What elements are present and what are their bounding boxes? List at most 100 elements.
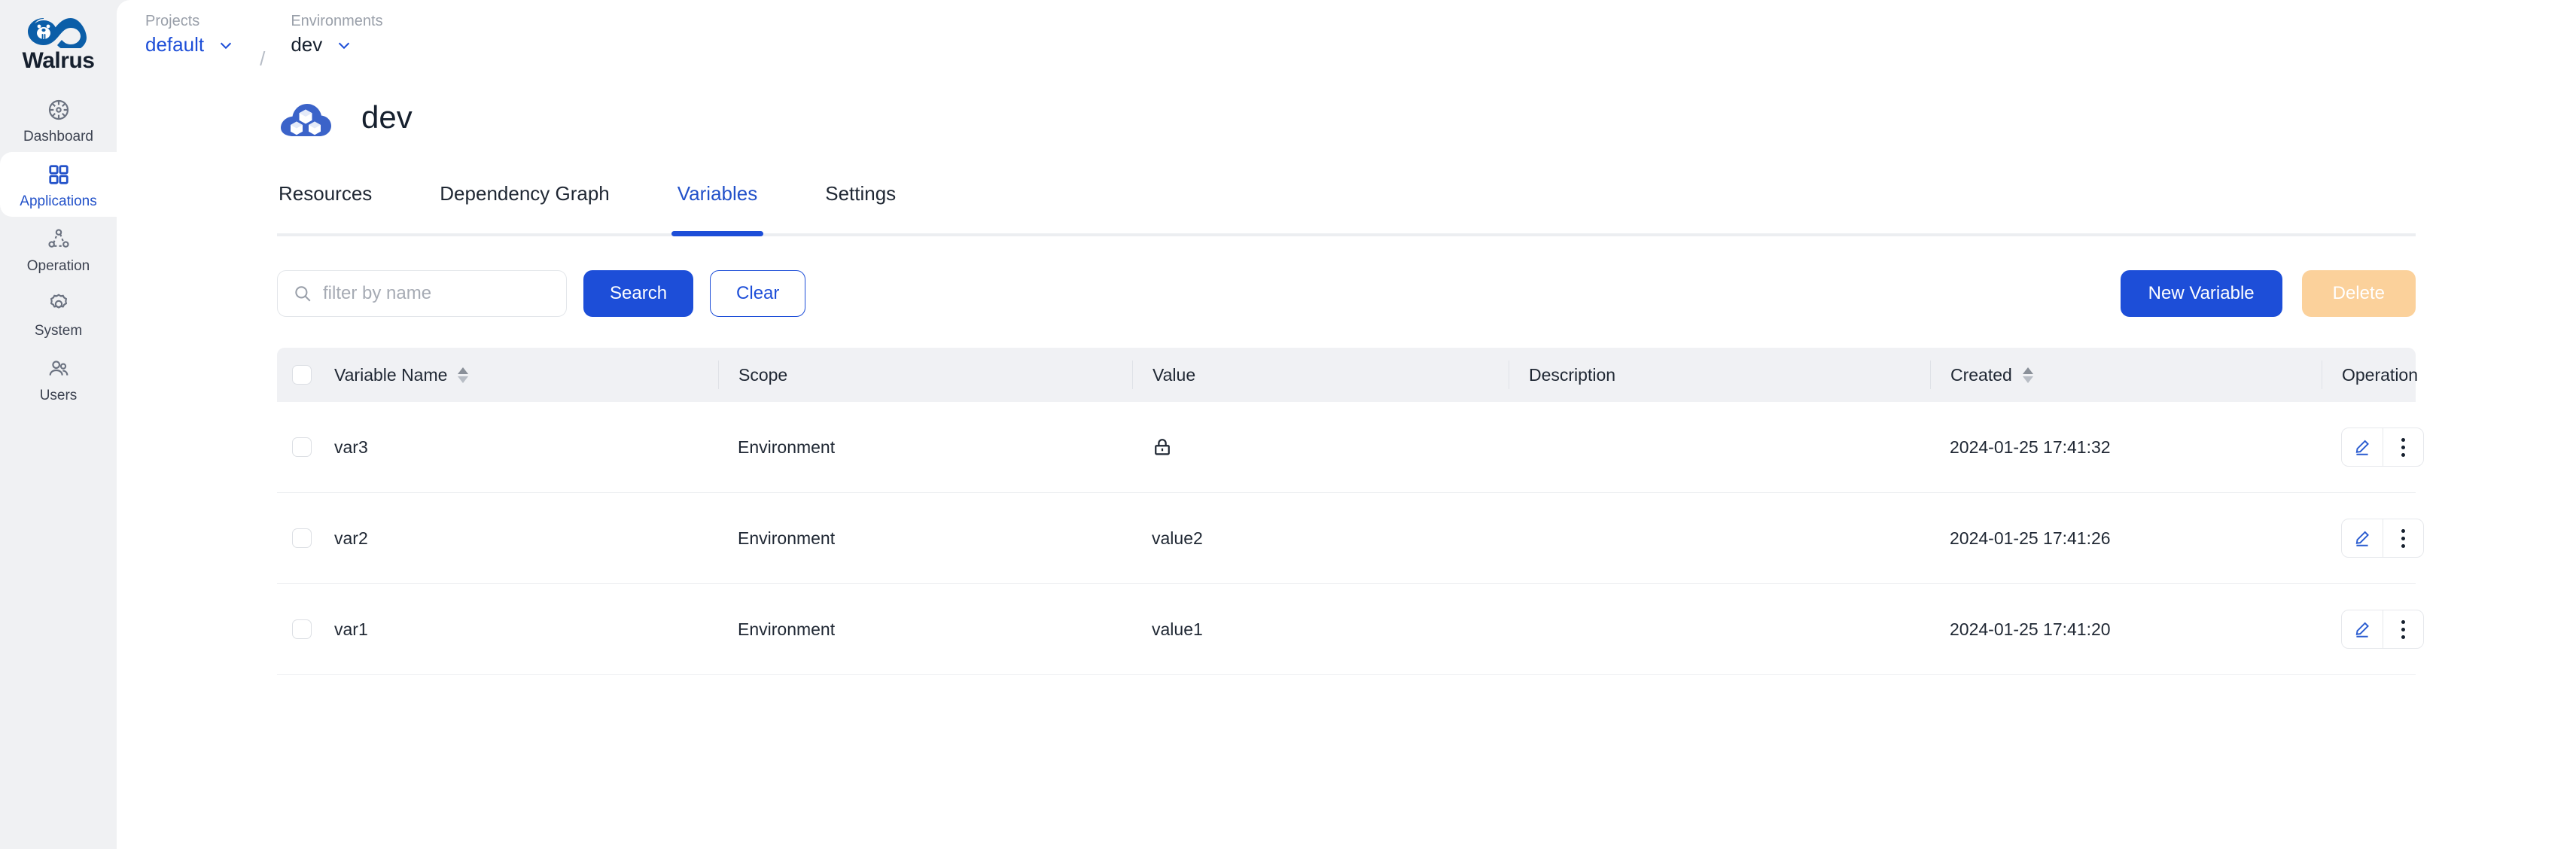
walrus-infinity-logo-icon	[27, 18, 87, 48]
sort-toggle-name-icon[interactable]	[458, 367, 469, 383]
cell-value	[1132, 437, 1509, 458]
select-all-checkbox[interactable]	[292, 365, 312, 385]
row-select-cell	[277, 619, 327, 639]
grid-squares-icon	[44, 160, 73, 189]
row-action-group	[2341, 610, 2424, 649]
column-header-label: Created	[1950, 364, 2012, 385]
more-actions-button[interactable]	[2383, 428, 2423, 466]
nodes-network-icon	[44, 225, 73, 254]
cloud-cubes-icon	[281, 104, 331, 136]
tab-baseline	[277, 233, 2416, 236]
cell-variable-name: var2	[334, 528, 368, 548]
pencil-edit-icon	[2355, 622, 2369, 638]
sidebar-item-applications[interactable]: Applications	[0, 152, 117, 217]
more-actions-button[interactable]	[2383, 519, 2423, 557]
breadcrumb-separator: /	[260, 47, 266, 70]
dashboard-gauge-icon	[44, 96, 73, 124]
tab-variables[interactable]: Variables	[676, 184, 759, 203]
tab-resources[interactable]: Resources	[277, 184, 373, 203]
app-root: Walrus Dashboard Applications Operation …	[0, 0, 2576, 849]
sidebar-nav: Dashboard Applications Operation System …	[0, 87, 117, 411]
breadcrumb-project-caption: Projects	[145, 13, 200, 29]
lock-icon	[1155, 439, 1170, 455]
column-header-operation: Operation	[2322, 361, 2418, 389]
clear-button[interactable]: Clear	[710, 270, 806, 317]
column-header-label: Description	[1529, 364, 1616, 385]
row-checkbox[interactable]	[292, 528, 312, 548]
brand-name: Walrus	[22, 48, 95, 73]
column-header-label: Scope	[738, 364, 788, 385]
column-header-description: Description	[1509, 361, 1930, 389]
breadcrumb-project: Projects default	[145, 12, 234, 56]
environment-selector[interactable]: dev	[291, 33, 382, 56]
cell-operation	[2322, 610, 2424, 649]
page-header: dev	[117, 72, 2576, 155]
sidebar-item-label: System	[34, 323, 83, 339]
search-field[interactable]	[277, 270, 567, 317]
table-toolbar: Search Clear New Variable Delete	[277, 269, 2576, 318]
row-action-group	[2341, 428, 2424, 467]
delete-button[interactable]: Delete	[2301, 270, 2416, 317]
column-header-value: Value	[1132, 361, 1509, 389]
table-header-row: Variable Name Scope Value Description Cr…	[277, 348, 2418, 402]
column-header-label: Variable Name	[334, 364, 448, 385]
column-header-label: Operation	[2342, 364, 2419, 385]
cell-value: value1	[1152, 619, 1203, 639]
chevron-down-icon	[339, 42, 350, 49]
sidebar-item-dashboard[interactable]: Dashboard	[0, 87, 117, 152]
row-checkbox[interactable]	[292, 437, 312, 457]
cell-operation	[2322, 519, 2424, 558]
more-actions-button[interactable]	[2383, 610, 2423, 648]
new-variable-button[interactable]: New Variable	[2120, 270, 2282, 317]
sidebar-item-label: Dashboard	[23, 129, 93, 145]
tab-dependency-graph[interactable]: Dependency Graph	[438, 184, 611, 203]
sidebar: Walrus Dashboard Applications Operation …	[0, 0, 117, 849]
table-row: var1 Environment value1 2024-01-25 17:41…	[277, 584, 2424, 675]
project-selector[interactable]: default	[145, 33, 234, 56]
cell-created: 2024-01-25 17:41:26	[1950, 528, 2111, 548]
breadcrumb: Projects default / Environments dev	[117, 0, 2576, 72]
more-vertical-icon	[2401, 528, 2405, 548]
breadcrumb-environment-caption: Environments	[291, 13, 383, 29]
main-content: Projects default / Environments dev dev …	[117, 0, 2576, 849]
search-button[interactable]: Search	[583, 270, 694, 317]
cell-scope: Environment	[738, 437, 836, 457]
cell-scope: Environment	[738, 619, 836, 639]
pencil-edit-icon	[2355, 440, 2369, 455]
chevron-down-icon	[220, 42, 232, 49]
tab-bar: Resources Dependency Graph Variables Set…	[277, 184, 2576, 236]
project-value: default	[145, 33, 205, 56]
search-icon	[295, 286, 311, 302]
cell-variable-name: var1	[334, 619, 368, 639]
cell-created: 2024-01-25 17:41:20	[1950, 619, 2111, 639]
variables-table: Variable Name Scope Value Description Cr…	[277, 348, 2576, 675]
table-row: var2 Environment value2 2024-01-25 17:41…	[277, 493, 2424, 584]
column-header-name[interactable]: Variable Name	[327, 365, 718, 385]
sidebar-item-system[interactable]: System	[0, 281, 117, 346]
brand-logo[interactable]: Walrus	[0, 8, 117, 80]
edit-button[interactable]	[2342, 610, 2383, 648]
cell-scope: Environment	[738, 528, 836, 548]
gear-icon	[44, 290, 73, 318]
sidebar-item-label: Applications	[20, 193, 97, 209]
row-checkbox[interactable]	[292, 619, 312, 639]
sidebar-item-users[interactable]: Users	[0, 346, 117, 411]
row-select-cell	[277, 437, 327, 457]
sidebar-item-operation[interactable]: Operation	[0, 217, 117, 281]
tab-settings[interactable]: Settings	[824, 184, 897, 203]
sort-toggle-created-icon[interactable]	[2022, 367, 2033, 383]
select-all-cell	[277, 365, 327, 385]
sidebar-item-label: Users	[39, 388, 78, 403]
more-vertical-icon	[2401, 437, 2405, 457]
edit-button[interactable]	[2342, 428, 2383, 466]
edit-button[interactable]	[2342, 519, 2383, 557]
users-icon	[44, 355, 73, 383]
table-row: var3 Environment 2024-01-25 17:41:32	[277, 402, 2424, 493]
column-header-label: Value	[1153, 364, 1196, 385]
breadcrumb-environment: Environments dev	[291, 12, 382, 56]
cell-created: 2024-01-25 17:41:32	[1950, 437, 2111, 457]
search-input[interactable]	[323, 283, 551, 304]
row-select-cell	[277, 528, 327, 548]
column-header-created[interactable]: Created	[1930, 361, 2322, 389]
environment-value: dev	[291, 33, 323, 56]
